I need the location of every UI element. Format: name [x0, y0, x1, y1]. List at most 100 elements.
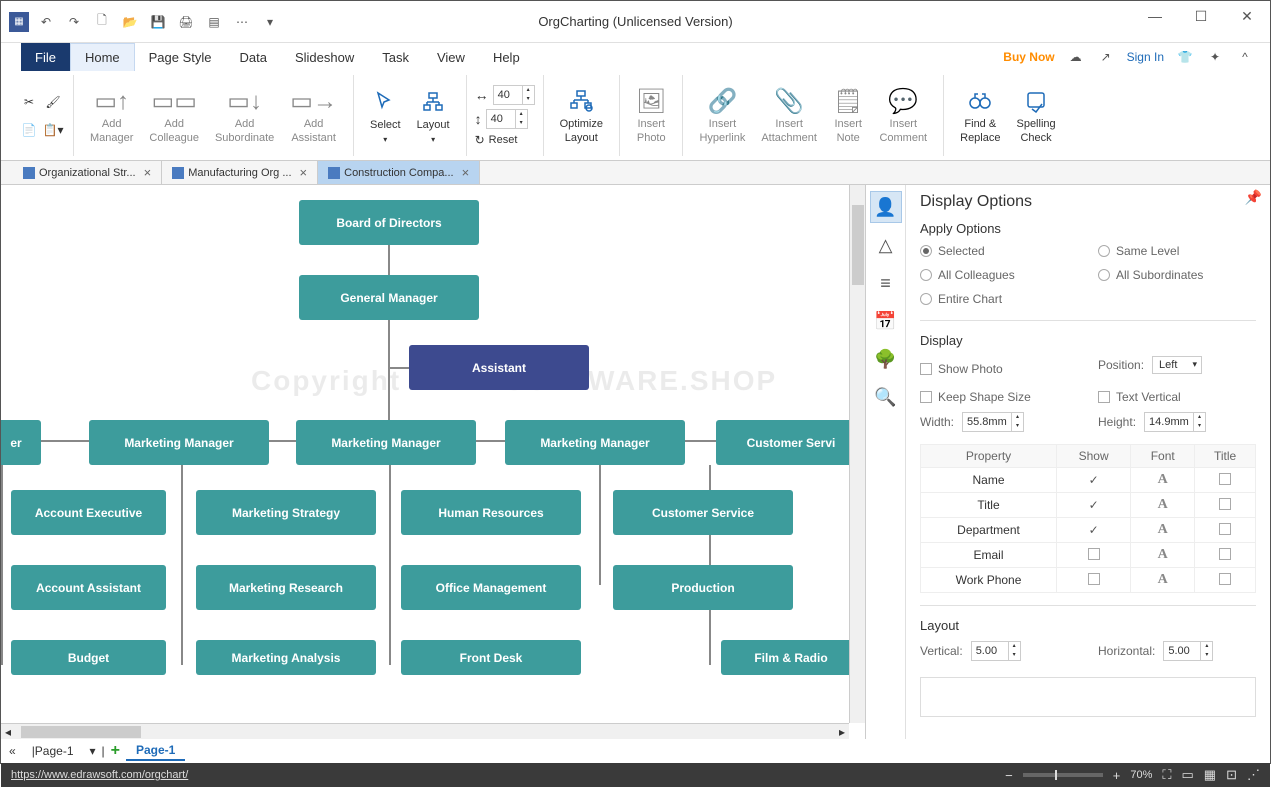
resize-grip-icon[interactable]: ⋰	[1247, 767, 1260, 783]
horizontal-input[interactable]: 5.00▴▾	[1163, 641, 1213, 661]
org-node[interactable]: Account Executive	[11, 490, 166, 535]
doc-tab-1[interactable]: Manufacturing Org ...×	[162, 161, 318, 184]
show-checkbox[interactable]: ✓	[1057, 493, 1131, 518]
show-checkbox[interactable]: ✓	[1057, 518, 1131, 543]
menu-data[interactable]: Data	[226, 43, 281, 71]
panel-tab-theme[interactable]: △	[870, 229, 902, 261]
zoom-out-button[interactable]: −	[1005, 768, 1013, 783]
font-button[interactable]: A	[1131, 568, 1195, 593]
font-button[interactable]: A	[1131, 518, 1195, 543]
select-button[interactable]: Select▾	[362, 83, 409, 147]
height-input[interactable]: 14.9mm▴▾	[1144, 412, 1206, 432]
menu-file[interactable]: File	[21, 43, 70, 71]
status-url[interactable]: https://www.edrawsoft.com/orgchart/	[11, 769, 188, 781]
page-selector[interactable]: |Page-1	[22, 742, 84, 760]
add-assistant-button[interactable]: ▭→Add Assistant	[282, 82, 345, 148]
paste-button[interactable]: 📋▾	[41, 118, 65, 142]
title-checkbox[interactable]	[1195, 543, 1256, 568]
fit-page-icon[interactable]: ⛶	[1162, 767, 1171, 783]
palette-icon[interactable]: ✦	[1206, 48, 1224, 66]
menu-help[interactable]: Help	[479, 43, 534, 71]
print-button[interactable]: 🖨	[175, 11, 197, 33]
org-node[interactable]: Budget	[11, 640, 166, 675]
radio-all-colleagues[interactable]: All Colleagues	[920, 268, 1078, 282]
org-node[interactable]: Marketing Research	[196, 565, 376, 610]
spelling-check-button[interactable]: Spelling Check	[1008, 82, 1063, 148]
fullscreen-icon[interactable]: ⊡	[1226, 767, 1237, 783]
sign-in-link[interactable]: Sign In	[1127, 50, 1164, 64]
optimize-layout-button[interactable]: Optimize Layout	[552, 82, 611, 148]
redo-button[interactable]: ↷	[63, 11, 85, 33]
layout-button[interactable]: Layout▾	[409, 83, 458, 147]
horizontal-scrollbar[interactable]: ◂▸	[1, 723, 849, 739]
close-tab-icon[interactable]: ×	[462, 165, 470, 180]
pin-icon[interactable]: 📌	[1245, 189, 1262, 206]
save-button[interactable]: 💾	[147, 11, 169, 33]
insert-photo-button[interactable]: 🖼Insert Photo	[628, 82, 674, 148]
title-checkbox[interactable]	[1195, 493, 1256, 518]
doc-tab-2[interactable]: Construction Compa...×	[318, 161, 480, 184]
canvas[interactable]: Copyright © THESOFTWARE.SHOP Board of Di…	[1, 185, 865, 739]
radio-selected[interactable]: Selected	[920, 244, 1078, 258]
new-button[interactable]: 🗋	[91, 11, 113, 33]
org-node[interactable]: Marketing Manager	[505, 420, 685, 465]
radio-all-subordinates[interactable]: All Subordinates	[1098, 268, 1256, 282]
overflow-button[interactable]: ▾	[259, 11, 281, 33]
v-spacing-input[interactable]: 40▴▾	[486, 109, 528, 129]
show-checkbox[interactable]	[1057, 568, 1131, 593]
menu-view[interactable]: View	[423, 43, 479, 71]
close-tab-icon[interactable]: ×	[144, 165, 152, 180]
insert-comment-button[interactable]: 💬Insert Comment	[871, 82, 935, 148]
show-checkbox[interactable]: ✓	[1057, 468, 1131, 493]
open-button[interactable]: 📂	[119, 11, 141, 33]
collapse-ribbon-icon[interactable]: ^	[1236, 48, 1254, 66]
minimize-button[interactable]: —	[1132, 1, 1178, 31]
panel-tab-tree[interactable]: 🌳	[870, 343, 902, 375]
org-node[interactable]: Customer Servi	[716, 420, 865, 465]
font-button[interactable]: A	[1131, 543, 1195, 568]
zoom-slider[interactable]	[1023, 773, 1103, 777]
radio-entire-chart[interactable]: Entire Chart	[920, 292, 1078, 306]
cloud-icon[interactable]: ☁	[1067, 48, 1085, 66]
share-icon[interactable]: ↗	[1097, 48, 1115, 66]
doc-tab-0[interactable]: Organizational Str...×	[13, 161, 162, 184]
org-node[interactable]: Customer Service	[613, 490, 793, 535]
shirt-icon[interactable]: 👕	[1176, 48, 1194, 66]
menu-home[interactable]: Home	[70, 43, 135, 71]
org-node[interactable]: Film & Radio	[721, 640, 861, 675]
org-node[interactable]: Marketing Analysis	[196, 640, 376, 675]
menu-task[interactable]: Task	[368, 43, 423, 71]
show-checkbox[interactable]	[1057, 543, 1131, 568]
org-node[interactable]: Board of Directors	[299, 200, 479, 245]
org-node[interactable]: Front Desk	[401, 640, 581, 675]
check-show-photo[interactable]: Show Photo	[920, 362, 1078, 376]
org-node[interactable]: Account Assistant	[11, 565, 166, 610]
title-checkbox[interactable]	[1195, 568, 1256, 593]
page-nav-first[interactable]: «	[9, 744, 16, 758]
buy-now-link[interactable]: Buy Now	[1003, 50, 1054, 64]
maximize-button[interactable]: ☐	[1178, 1, 1224, 31]
panel-tab-display[interactable]: 👤	[870, 191, 902, 223]
title-checkbox[interactable]	[1195, 468, 1256, 493]
check-keep-shape[interactable]: Keep Shape Size	[920, 390, 1078, 404]
org-node[interactable]: General Manager	[299, 275, 479, 320]
title-checkbox[interactable]	[1195, 518, 1256, 543]
check-text-vertical[interactable]: Text Vertical	[1098, 390, 1256, 404]
org-node[interactable]: Marketing Manager	[296, 420, 476, 465]
org-node[interactable]: er	[1, 420, 41, 465]
vertical-scrollbar[interactable]	[849, 185, 865, 723]
org-node[interactable]: Marketing Manager	[89, 420, 269, 465]
panel-tab-list[interactable]: ≡	[870, 267, 902, 299]
org-node[interactable]: Office Management	[401, 565, 581, 610]
radio-same-level[interactable]: Same Level	[1098, 244, 1256, 258]
fit-width-icon[interactable]: ▭	[1182, 767, 1194, 783]
undo-button[interactable]: ↶	[35, 11, 57, 33]
close-tab-icon[interactable]: ×	[300, 165, 308, 180]
export-button[interactable]: ▤	[203, 11, 225, 33]
page-tab-1[interactable]: Page-1	[126, 741, 185, 761]
org-node[interactable]: Assistant	[409, 345, 589, 390]
add-colleague-button[interactable]: ▭▭Add Colleague	[141, 82, 207, 148]
zoom-in-button[interactable]: +	[1113, 768, 1121, 783]
menu-page-style[interactable]: Page Style	[135, 43, 226, 71]
cut-button[interactable]: ✂	[17, 90, 41, 114]
